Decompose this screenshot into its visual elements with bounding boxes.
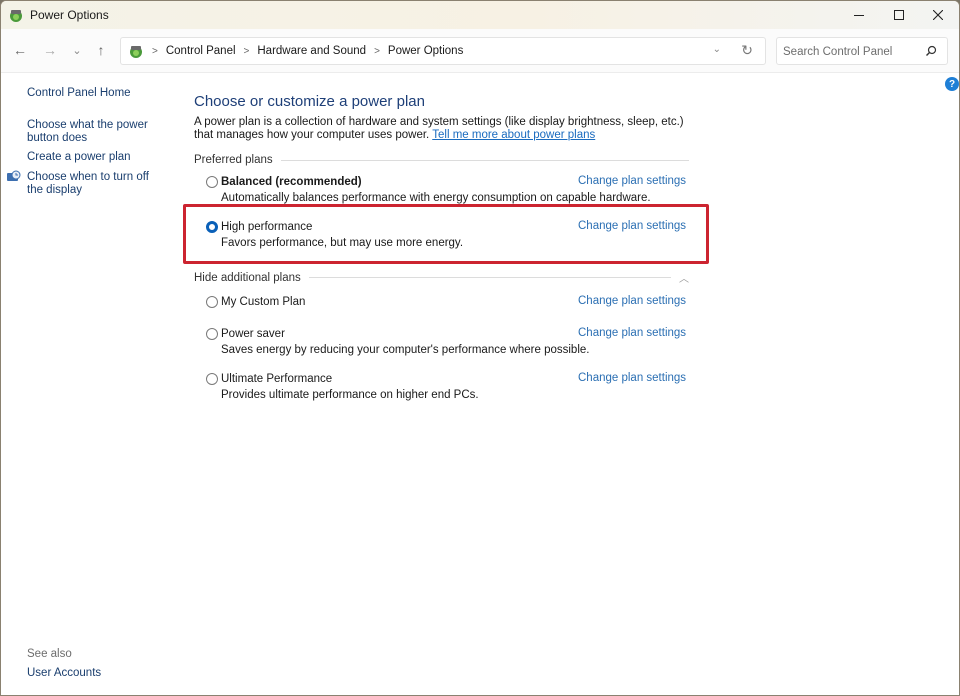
plan-name[interactable]: Ultimate Performance [221,373,332,385]
back-button[interactable]: ← [10,40,30,60]
change-plan-settings-link-ultimate-performance[interactable]: Change plan settings [578,372,686,384]
maximize-button[interactable] [881,1,917,29]
plan-description: Provides ultimate performance on higher … [221,389,479,401]
plan-name[interactable]: My Custom Plan [221,296,305,308]
refresh-icon[interactable]: ↻ [741,42,753,59]
title-bar: Power Options [1,1,959,29]
sidebar-item-create-power-plan[interactable]: Create a power plan [27,151,177,164]
plan-radio-power-saver[interactable] [206,328,218,340]
address-dropdown-chevron-icon[interactable]: ⌄ [713,44,721,55]
navigation-bar: ← → ⌄ ↑ > Control Panel > Hardware and S… [1,29,959,73]
plan-ultimate-performance: Ultimate Performance Provides ultimate p… [206,372,686,401]
window-title: Power Options [30,8,109,22]
sidebar-item-turn-off-display[interactable]: Choose when to turn off the display [27,171,167,197]
forward-button[interactable]: → [40,40,60,60]
see-also-heading: See also [27,648,72,660]
power-options-window: Power Options ← → ⌄ ↑ > Control Panel > … [0,0,960,696]
back-arrow-icon: ← [13,42,27,58]
plan-radio-balanced[interactable] [206,176,218,188]
tell-me-more-link[interactable]: Tell me more about power plans [432,129,595,141]
sidebar: Control Panel Home Choose what the power… [1,73,181,695]
chevron-down-icon: ⌄ [72,44,82,57]
address-bar[interactable]: > Control Panel > Hardware and Sound > P… [120,37,766,65]
help-icon[interactable]: ? [945,77,959,91]
sidebar-item-control-panel-home[interactable]: Control Panel Home [27,87,177,100]
plan-description: Saves energy by reducing your computer's… [221,344,590,356]
additional-plans-heading[interactable]: Hide additional plans ︿ [194,270,689,286]
change-plan-settings-link-my-custom-plan[interactable]: Change plan settings [578,295,686,307]
highlight-annotation-box [183,204,709,264]
breadcrumb-hardware-and-sound[interactable]: Hardware and Sound [257,45,366,57]
breadcrumb-separator-icon: > [374,45,380,57]
plan-radio-ultimate-performance[interactable] [206,373,218,385]
preferred-plans-heading: Preferred plans [194,154,689,166]
recent-locations-button[interactable]: ⌄ [67,40,87,60]
plan-power-saver: Power saver Saves energy by reducing you… [206,327,686,356]
maximize-icon [894,10,904,20]
breadcrumb-separator-icon: > [152,45,158,57]
section-divider [308,277,671,278]
minimize-button[interactable] [837,1,881,29]
search-icon[interactable] [924,44,938,58]
plan-description: Automatically balances performance with … [221,192,651,204]
power-options-app-icon [8,7,24,23]
window-controls [837,1,959,29]
plan-balanced: Balanced (recommended) Automatically bal… [206,175,686,204]
hide-additional-plans-label[interactable]: Hide additional plans [194,272,301,284]
preferred-plans-label: Preferred plans [194,154,273,166]
close-icon [933,10,943,20]
change-plan-settings-link-balanced[interactable]: Change plan settings [578,175,686,187]
breadcrumb-power-options[interactable]: Power Options [388,45,463,57]
section-divider [280,159,689,161]
search-input[interactable] [783,44,923,60]
plan-name[interactable]: Balanced (recommended) [221,176,362,188]
intro-text: A power plan is a collection of hardware… [194,116,704,142]
close-button[interactable] [917,1,959,29]
breadcrumb-separator-icon: > [243,45,250,57]
page-title: Choose or customize a power plan [194,93,425,110]
up-button[interactable]: ↑ [91,40,111,60]
forward-arrow-icon: → [43,42,57,58]
chevron-up-icon[interactable]: ︿ [679,270,689,285]
plan-radio-my-custom-plan[interactable] [206,296,218,308]
control-panel-icon [128,43,144,59]
plan-name[interactable]: Power saver [221,328,285,340]
display-clock-icon [7,170,21,181]
plan-my-custom-plan: My Custom Plan Change plan settings [206,295,686,309]
sidebar-item-power-button[interactable]: Choose what the power button does [27,119,175,145]
up-arrow-icon: ↑ [97,42,105,58]
change-plan-settings-link-power-saver[interactable]: Change plan settings [578,327,686,339]
minimize-icon [854,14,864,16]
breadcrumb-control-panel[interactable]: Control Panel [166,45,236,57]
search-box[interactable] [776,37,948,65]
see-also-user-accounts-link[interactable]: User Accounts [27,667,101,679]
